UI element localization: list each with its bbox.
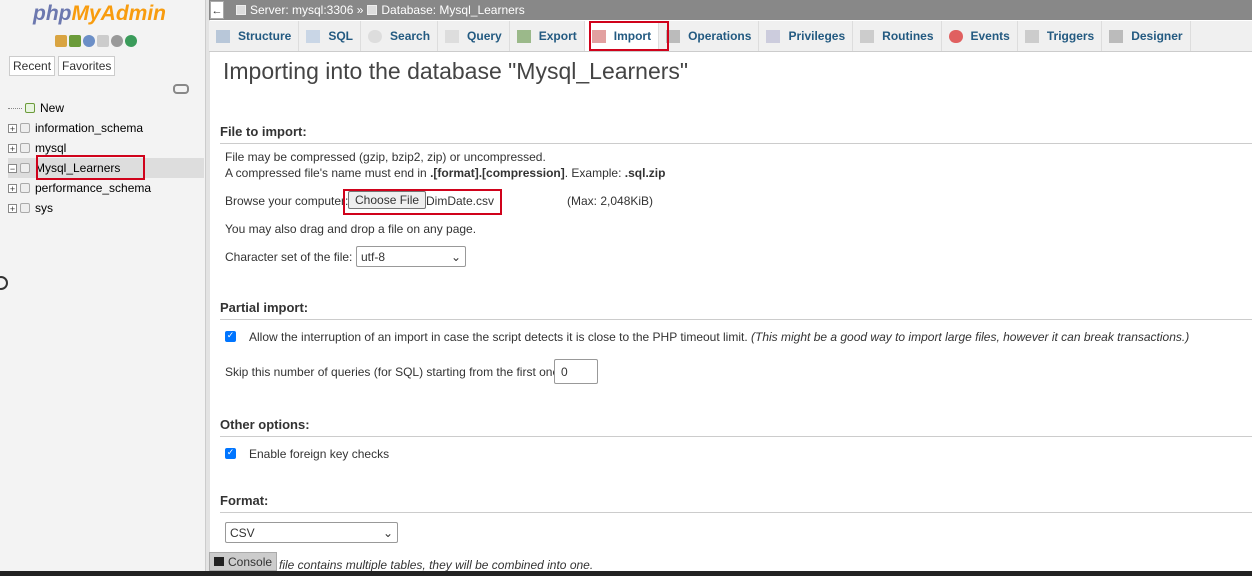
designer-icon [1109, 29, 1124, 43]
tab-routines[interactable]: Routines [853, 21, 942, 51]
console-toggle[interactable]: Console [209, 552, 278, 571]
help-icon[interactable] [83, 35, 95, 47]
tab-structure[interactable]: Structure [209, 21, 300, 51]
settings-icon[interactable] [111, 35, 123, 47]
sql-icon [306, 29, 321, 43]
highlight-box [589, 21, 669, 51]
expand-icon[interactable]: + [8, 183, 17, 193]
link-with-main-panel-icon[interactable] [173, 84, 189, 94]
other-options-heading: Other options: [220, 417, 1252, 437]
recent-tab[interactable]: Recent [9, 56, 56, 76]
skip-queries-input[interactable]: 0 [554, 359, 598, 384]
breadcrumb-server[interactable]: Server: mysql:3306 » [250, 3, 363, 17]
tree-item-sys[interactable]: + sys [8, 198, 204, 218]
window-bottom-bar [0, 571, 1252, 576]
format-note: file contains multiple tables, they will… [279, 558, 594, 572]
partial-circle-icon [0, 276, 8, 290]
chevron-down-icon: ⌄ [382, 525, 393, 540]
max-size: (Max: 2,048KiB) [567, 194, 654, 208]
drag-drop-note: You may also drag and drop a file on any… [225, 222, 477, 236]
privileges-icon [766, 29, 781, 43]
breadcrumb-database[interactable]: Database: Mysql_Learners [381, 3, 524, 17]
partial-import-heading: Partial import: [220, 300, 1252, 320]
structure-icon [216, 29, 230, 43]
home-icon[interactable] [55, 35, 67, 47]
tab-privileges[interactable]: Privileges [759, 21, 854, 51]
tree-item-information-schema[interactable]: + information_schema [8, 118, 204, 138]
expand-icon[interactable]: + [8, 143, 17, 153]
format-select[interactable]: CSV ⌄ [225, 522, 398, 543]
navigation-panel: phpMyAdmin Recent Favorites New + inform… [0, 0, 205, 576]
expand-icon[interactable]: + [8, 203, 17, 213]
allow-interrupt-checkbox[interactable]: ✓ [225, 331, 236, 342]
query-icon [445, 29, 460, 43]
database-icon [20, 123, 30, 133]
clock-icon [948, 29, 963, 43]
page-title: Importing into the database "Mysql_Learn… [223, 58, 689, 84]
triggers-icon [1024, 29, 1039, 43]
database-icon [367, 5, 378, 15]
tab-designer[interactable]: Designer [1102, 21, 1191, 51]
compression-name-note: A compressed file's name must end in .[f… [225, 166, 666, 180]
chevron-down-icon: ⌄ [450, 249, 461, 264]
tree-item-performance-schema[interactable]: + performance_schema [8, 178, 204, 198]
collapse-icon[interactable]: − [8, 163, 17, 173]
console-icon [214, 557, 224, 566]
allow-interrupt-label: Allow the interruption of an import in c… [249, 330, 1190, 344]
expand-icon[interactable]: + [8, 123, 17, 133]
nav-icons [55, 35, 137, 47]
charset-label: Character set of the file: [225, 250, 353, 264]
tab-export[interactable]: Export [510, 21, 585, 51]
phpmyadmin-logo[interactable]: phpMyAdmin [33, 2, 166, 26]
tree-item-new[interactable]: New [8, 98, 204, 118]
docs-icon[interactable] [97, 35, 109, 47]
tab-query[interactable]: Query [438, 21, 510, 51]
routines-icon [860, 29, 875, 43]
charset-select[interactable]: utf-8 ⌄ [356, 246, 466, 267]
foreign-key-checkbox[interactable]: ✓ [225, 448, 236, 459]
highlight-box [343, 189, 502, 215]
skip-queries-label: Skip this number of queries (for SQL) st… [225, 365, 563, 379]
highlight-box [36, 155, 145, 180]
server-icon [236, 5, 246, 15]
new-icon [25, 103, 35, 113]
logout-icon[interactable] [69, 35, 81, 47]
tab-operations[interactable]: Operations [659, 21, 760, 51]
search-icon [368, 29, 383, 43]
file-import-heading: File to import: [220, 124, 1252, 144]
tab-triggers[interactable]: Triggers [1018, 21, 1103, 51]
tab-events[interactable]: Events [942, 21, 1018, 51]
favorites-tab[interactable]: Favorites [58, 56, 116, 76]
tab-search[interactable]: Search [361, 21, 439, 51]
collapse-nav-button[interactable]: ← [210, 1, 224, 19]
main-tabs: Structure SQL Search Query Export Import… [209, 21, 1252, 52]
breadcrumb: ← Server: mysql:3306 » Database: Mysql_L… [209, 0, 1252, 20]
browse-label: Browse your computer: [225, 194, 349, 208]
export-icon [516, 29, 531, 43]
tab-sql[interactable]: SQL [299, 21, 362, 51]
foreign-key-label: Enable foreign key checks [249, 447, 390, 461]
database-icon [20, 183, 30, 193]
database-icon [20, 163, 30, 173]
import-page: Importing into the database "Mysql_Learn… [209, 52, 1252, 576]
database-icon [20, 203, 30, 213]
format-heading: Format: [220, 493, 1252, 513]
reload-icon[interactable] [125, 35, 137, 47]
database-icon [20, 143, 30, 153]
compression-note: File may be compressed (gzip, bzip2, zip… [225, 150, 546, 164]
